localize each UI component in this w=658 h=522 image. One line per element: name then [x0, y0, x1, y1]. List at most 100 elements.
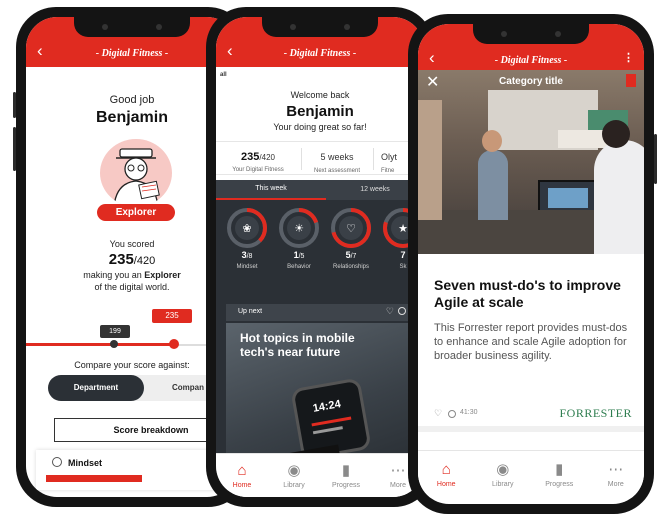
lightbulb-icon — [52, 457, 62, 467]
article-title: Seven must-do's to improve Agile at scal… — [434, 277, 621, 310]
up-next-label: Up next — [238, 308, 263, 315]
marker-current: 235 — [152, 309, 192, 323]
nav-home[interactable]: ⌂ Home — [418, 451, 475, 498]
more-icon: ⋯ — [608, 460, 624, 478]
tab-this-week[interactable]: This week — [216, 180, 326, 200]
bottom-nav: ⌂ Home ◉ Library ▮ Progress ⋯ More — [418, 450, 644, 498]
phone-article: ‹ - Digital Fitness - ⋮ ✕ Category title… — [408, 14, 657, 514]
heart-icon: ♡ — [385, 306, 394, 316]
nav-label: Library — [492, 480, 514, 488]
ring-mindset[interactable]: ❀ 3/8 Mindset — [227, 208, 267, 270]
stat-next: 5 weeks Next assessment — [302, 147, 372, 174]
ring-score: 1/5 — [294, 250, 305, 260]
brain-icon: ❀ — [242, 222, 251, 235]
kebab-menu-icon[interactable]: ⋮ — [623, 51, 634, 64]
nav-more[interactable]: ⋯ More — [588, 451, 645, 498]
nav-progress[interactable]: ▮ Progress — [531, 451, 588, 498]
nav-label: Home — [232, 481, 252, 489]
bulb-icon: ☀ — [294, 222, 304, 235]
ring-relationships[interactable]: ♡ 5/7 Relationships — [331, 208, 371, 270]
nav-label: Home — [436, 480, 456, 488]
stat-fitness: 235/420 Your Digital Fitness — [216, 147, 300, 173]
subtitle: Your doing great so far! — [273, 122, 367, 132]
ring-behavior[interactable]: ☀ 1/5 Behavior — [279, 208, 319, 270]
stat-value: Olyt — [381, 152, 398, 162]
nav-home[interactable]: ⌂ Home — [216, 454, 268, 497]
nav-progress[interactable]: ▮ Progress — [320, 454, 372, 497]
ring-label: Sk — [399, 264, 407, 270]
notch — [473, 24, 589, 44]
hero-title: Hot topics in mobile tech's near future — [240, 331, 355, 359]
nav-library[interactable]: ◉ Library — [475, 451, 532, 498]
nav-label: Library — [283, 481, 305, 489]
stat-label: Your Digital Fitness — [232, 167, 284, 173]
stat-label: Next assessment — [313, 168, 361, 174]
more-icon: ⋯ — [390, 461, 406, 479]
avatar — [100, 139, 172, 207]
forrester-logo: FORRESTER — [559, 406, 632, 420]
department-segment[interactable]: Department — [48, 375, 144, 401]
notch — [74, 17, 190, 37]
nav-label: Progress — [331, 481, 360, 489]
watch-time: 14:24 — [311, 398, 342, 415]
making-you-text: making you an — [83, 270, 145, 280]
ring-score: 7 — [400, 250, 405, 260]
bookmark-icon[interactable] — [626, 74, 636, 87]
category-name: Mindset — [68, 458, 103, 468]
category-title: Category title — [499, 76, 563, 87]
scale-fill — [26, 343, 174, 346]
score-total: /420 — [133, 255, 156, 267]
score: 235 — [108, 251, 134, 268]
screen: ‹ - Digital Fitness - all Welcome back B… — [216, 17, 424, 497]
marker-previous: 199 — [100, 325, 130, 338]
scale-dot-current[interactable] — [169, 339, 179, 349]
weekly-panel: This week 12 weeks ❀ 3/8 Mindset ☀ 1/5 Behavi… — [216, 180, 424, 480]
article-meta: ♡ 41:30 FORRESTER — [434, 406, 644, 422]
nav-library[interactable]: ◉ Library — [268, 454, 320, 497]
bar-chart-icon: ▮ — [341, 461, 351, 479]
app-title: - Digital Fitness - — [494, 55, 568, 66]
ring-label: Mindset — [236, 264, 257, 270]
heart-icon[interactable]: ♡ — [434, 408, 442, 419]
clock-icon — [448, 410, 456, 418]
ring-label: Relationships — [333, 264, 369, 270]
scale-dot-previous — [110, 340, 118, 348]
home-icon: ⌂ — [237, 461, 247, 479]
ring-score: 3/8 — [242, 250, 253, 260]
welcome-text: Welcome back — [290, 90, 350, 100]
explorer-illustration — [113, 148, 160, 207]
bottom-nav: ⌂ Home ◉ Library ▮ Progress ⋯ More — [216, 453, 424, 497]
nav-label: More — [390, 481, 406, 489]
level-text: Explorer — [144, 270, 181, 280]
article-time: 41:30 — [460, 409, 478, 416]
company-segment[interactable]: Compan — [172, 375, 204, 401]
eye-icon: ◉ — [496, 460, 510, 478]
stats-row: 235/420 Your Digital Fitness 5 weeks Nex… — [216, 141, 424, 175]
nav-label: More — [607, 480, 624, 488]
article-body: This Forrester report provides must-dos … — [434, 322, 628, 362]
eye-icon: ◉ — [287, 461, 301, 479]
stat-value: 5 weeks — [320, 152, 354, 162]
progress-rings: ❀ 3/8 Mindset ☀ 1/5 Behavior ♡ 5/7 Relationships… — [227, 208, 423, 270]
ring-label: Behavior — [287, 264, 311, 270]
stat-unit: /420 — [259, 153, 275, 162]
nav-label: Progress — [545, 480, 574, 488]
up-next-bar[interactable]: Up next ♡ 41 — [226, 304, 424, 321]
category-bar — [46, 475, 142, 482]
divider — [373, 148, 374, 170]
level-badge: Explorer — [97, 204, 175, 221]
divider — [418, 426, 644, 432]
app-title: - Digital Fitness - — [283, 48, 357, 59]
phone-dashboard: ‹ - Digital Fitness - all Welcome back B… — [206, 7, 437, 507]
period-tabs: This week 12 weeks — [216, 180, 424, 200]
notch — [262, 17, 378, 37]
ring-score: 5/7 — [346, 250, 357, 260]
handshake-icon: ♡ — [346, 222, 356, 235]
clock-icon — [398, 307, 406, 315]
user-name: Benjamin — [286, 103, 354, 120]
screen: ‹ - Digital Fitness - ⋮ ✕ Category title… — [418, 24, 644, 504]
home-icon: ⌂ — [441, 460, 451, 478]
skills-icon: ★ — [398, 222, 408, 235]
stat-value: 235 — [241, 151, 260, 163]
article-photo: ✕ Category title — [418, 70, 644, 254]
